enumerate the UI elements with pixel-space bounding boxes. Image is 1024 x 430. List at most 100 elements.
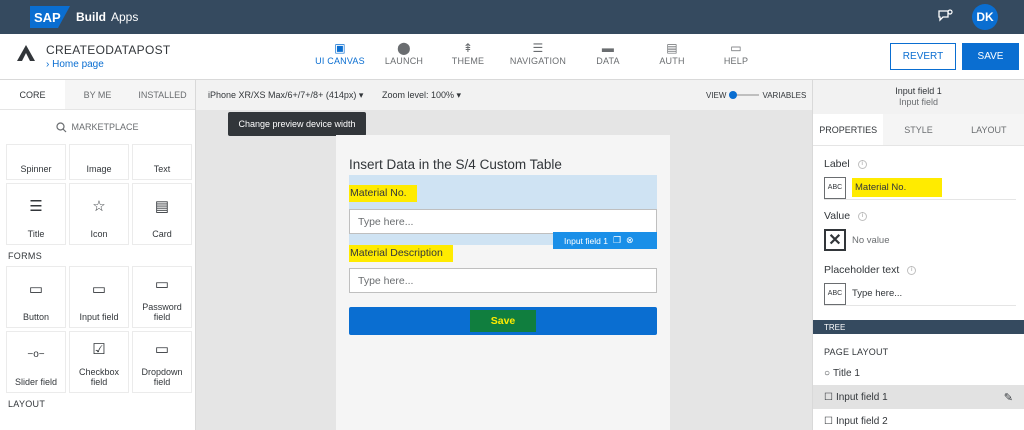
component-text[interactable]: Text bbox=[132, 144, 192, 180]
selected-component: Input field 1 Input field bbox=[813, 80, 1024, 114]
nav-data[interactable]: ▬ DATA bbox=[576, 40, 640, 66]
placeholder-value[interactable]: Type here... bbox=[852, 288, 902, 299]
zoom-select[interactable]: Zoom level: 100% ▾ bbox=[382, 90, 461, 101]
label-value-row[interactable]: ABC Material No. bbox=[824, 176, 1016, 200]
tab-installed[interactable]: INSTALLED bbox=[130, 80, 195, 109]
breadcrumb-home[interactable]: › Home page bbox=[46, 59, 104, 70]
theme-icon: ⇞ bbox=[462, 41, 474, 55]
nav-help[interactable]: ▭ HELP bbox=[704, 40, 768, 66]
nav-navigation[interactable]: ☰ NAVIGATION bbox=[500, 40, 576, 66]
info-icon[interactable]: i bbox=[858, 211, 868, 221]
no-value-icon[interactable]: ✕ bbox=[824, 229, 846, 251]
label-property: Label i bbox=[813, 158, 1024, 170]
component-label: Text bbox=[153, 164, 171, 174]
device-select[interactable]: iPhone XR/XS Max/6+/7+/8+ (414px) ▾ bbox=[208, 90, 363, 101]
component-label: Image bbox=[86, 164, 112, 174]
tree-item-label: Input field 2 bbox=[835, 415, 888, 427]
view-label: VIEW bbox=[706, 90, 727, 100]
selected-component-chip[interactable]: Input field 1 ❐ ⊗ bbox=[553, 232, 657, 249]
tree-item-label: Title 1 bbox=[833, 367, 860, 379]
tree-item-input-field-2[interactable]: ☐ Input field 2 bbox=[813, 409, 1024, 430]
tab-core[interactable]: CORE bbox=[0, 80, 65, 109]
material-no-input[interactable]: Type here... bbox=[349, 209, 657, 234]
canvas-toolbar: iPhone XR/XS Max/6+/7+/8+ (414px) ▾ Zoom… bbox=[196, 80, 812, 110]
canvas-icon: ▣ bbox=[334, 41, 346, 55]
list-icon: ☰ bbox=[532, 41, 544, 55]
marketplace-link[interactable]: MARKETPLACE bbox=[0, 110, 195, 144]
component-card[interactable]: ▤ Card bbox=[132, 183, 192, 245]
app-header: CREATEODATAPOST › Home page ▣ UI CANVAS ⬤… bbox=[0, 34, 1024, 80]
component-dropdown-field[interactable]: ▭ Dropdown field bbox=[132, 331, 192, 393]
component-title[interactable]: ☰ Title bbox=[6, 183, 66, 245]
user-avatar[interactable]: DK bbox=[972, 4, 998, 30]
component-label: Card bbox=[152, 229, 172, 239]
pencil-icon[interactable]: ✎ bbox=[1004, 391, 1013, 404]
component-button[interactable]: ▭ Button bbox=[6, 266, 66, 328]
component-slider-field[interactable]: −o− Slider field bbox=[6, 331, 66, 393]
tab-layout[interactable]: LAYOUT bbox=[953, 114, 1024, 145]
tab-style[interactable]: STYLE bbox=[883, 114, 954, 145]
value-value: No value bbox=[852, 234, 890, 246]
page-title[interactable]: Insert Data in the S/4 Custom Table bbox=[349, 157, 562, 172]
component-image[interactable]: Image bbox=[69, 144, 129, 180]
copy-icon[interactable]: ❐ bbox=[613, 235, 621, 246]
component-label: Checkbox field bbox=[78, 367, 120, 387]
main-nav: ▣ UI CANVAS ⬤ LAUNCH ⇞ THEME ☰ NAVIGATION ▬ D… bbox=[308, 40, 768, 66]
component-icon[interactable]: ☆ Icon bbox=[69, 183, 129, 245]
auth-icon: ▤ bbox=[666, 41, 678, 55]
slider-icon: −o− bbox=[27, 348, 45, 360]
view-variables-toggle[interactable]: VIEW VARIABLES bbox=[706, 91, 806, 100]
component-input-field[interactable]: ▭ Input field bbox=[69, 266, 129, 328]
close-icon[interactable]: ⊗ bbox=[626, 235, 634, 246]
tree-item-title-1[interactable]: ○ Title 1 bbox=[813, 361, 1024, 385]
ui-canvas: Change preview device width Insert Data … bbox=[196, 110, 812, 430]
value-property: Value i bbox=[813, 210, 1024, 222]
nav-label: UI CANVAS bbox=[315, 56, 365, 66]
field-label-material-description[interactable]: Material Description bbox=[349, 245, 453, 262]
placeholder-row[interactable]: ABC Type here... bbox=[824, 282, 1016, 306]
value-row[interactable]: ✕ No value bbox=[824, 228, 1016, 252]
properties-panel: Input field 1 Input field PROPERTIES STY… bbox=[812, 80, 1024, 430]
component-spinner[interactable]: Spinner bbox=[6, 144, 66, 180]
field-label-material-no[interactable]: Material No. bbox=[349, 185, 417, 202]
nav-auth[interactable]: ▤ AUTH bbox=[640, 40, 704, 66]
nav-launch[interactable]: ⬤ LAUNCH bbox=[372, 40, 436, 66]
tab-by-me[interactable]: BY ME bbox=[65, 80, 130, 109]
text-binding-icon[interactable]: ABC bbox=[824, 282, 846, 305]
label-value[interactable]: Material No. bbox=[852, 178, 943, 197]
toggle-switch[interactable] bbox=[729, 91, 760, 99]
save-button[interactable]: SAVE bbox=[962, 43, 1019, 70]
placeholder-property: Placeholder text i bbox=[813, 264, 1024, 276]
component-label: Title bbox=[27, 229, 45, 239]
button-icon: ▭ bbox=[28, 280, 44, 298]
nav-label: DATA bbox=[596, 56, 620, 66]
folder-icon: ▬ bbox=[601, 41, 615, 55]
tab-properties[interactable]: PROPERTIES bbox=[813, 114, 884, 145]
search-icon bbox=[56, 121, 67, 132]
text-binding-icon[interactable]: ABC bbox=[824, 176, 846, 199]
tree-item-input-field-1[interactable]: ☐ Input field 1 ✎ bbox=[813, 385, 1024, 409]
component-checkbox-field[interactable]: ☑ Checkbox field bbox=[69, 331, 129, 393]
form-save-button[interactable]: Save bbox=[349, 307, 657, 335]
dropdown-icon: ▭ bbox=[154, 340, 170, 358]
revert-button[interactable]: REVERT bbox=[890, 43, 956, 70]
chat-icon[interactable] bbox=[937, 9, 953, 23]
nav-label: HELP bbox=[723, 56, 749, 66]
app-logo-icon bbox=[17, 45, 35, 61]
help-icon: ▭ bbox=[730, 41, 742, 55]
component-label: Password field bbox=[142, 302, 182, 322]
component-label: Dropdown field bbox=[141, 367, 183, 387]
nav-theme[interactable]: ⇞ THEME bbox=[436, 40, 500, 66]
nav-label: LAUNCH bbox=[384, 56, 424, 66]
card-icon: ▤ bbox=[154, 197, 170, 215]
square-icon: ☐ bbox=[824, 415, 833, 427]
component-tabs: CORE BY ME INSTALLED bbox=[0, 80, 195, 110]
property-tabs: PROPERTIES STYLE LAYOUT bbox=[813, 114, 1024, 146]
app-name: CREATEODATAPOST bbox=[46, 43, 171, 57]
nav-ui-canvas[interactable]: ▣ UI CANVAS bbox=[308, 40, 372, 66]
checkbox-icon: ☑ bbox=[92, 340, 106, 358]
component-password-field[interactable]: ▭ Password field bbox=[132, 266, 192, 328]
info-icon[interactable]: i bbox=[907, 265, 917, 275]
info-icon[interactable]: i bbox=[857, 159, 867, 169]
material-description-input[interactable]: Type here... bbox=[349, 268, 657, 293]
